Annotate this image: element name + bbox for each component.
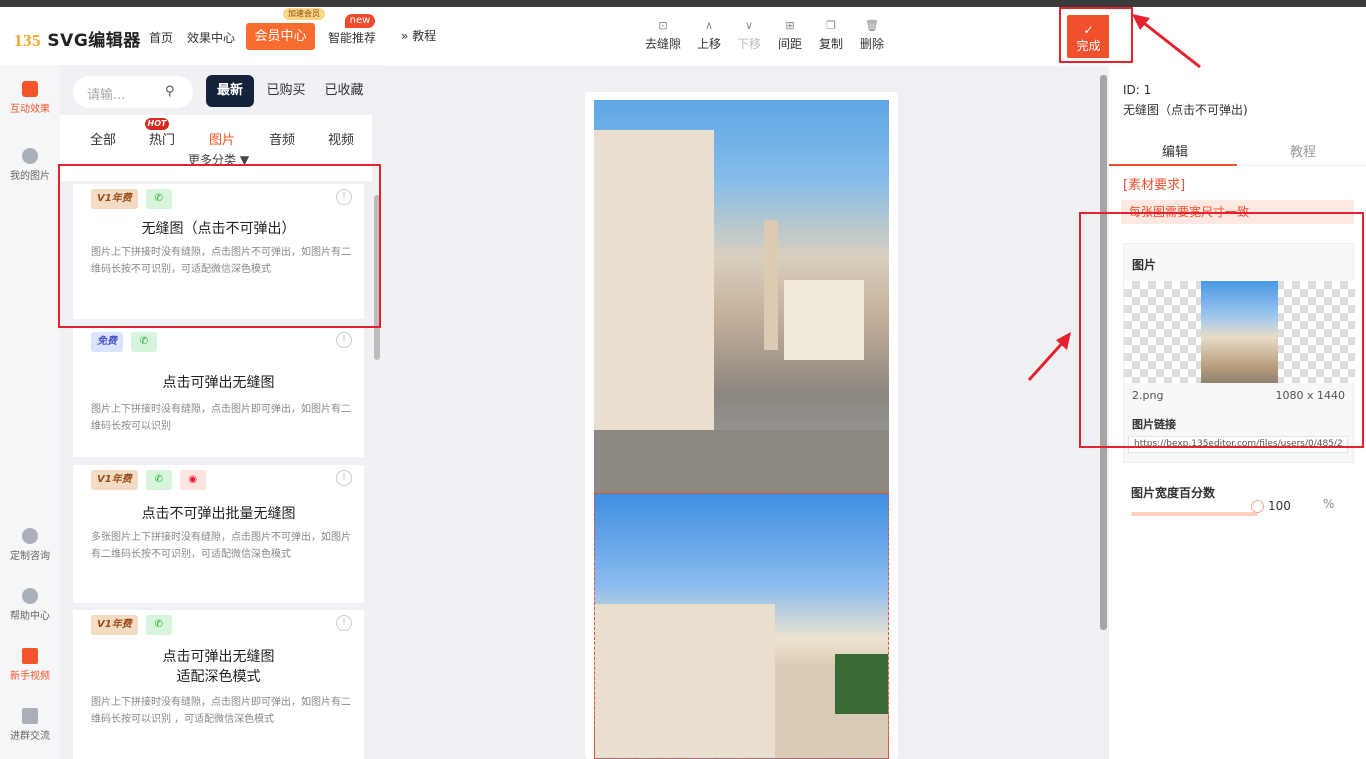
annotation-arrows — [1027, 14, 1201, 382]
